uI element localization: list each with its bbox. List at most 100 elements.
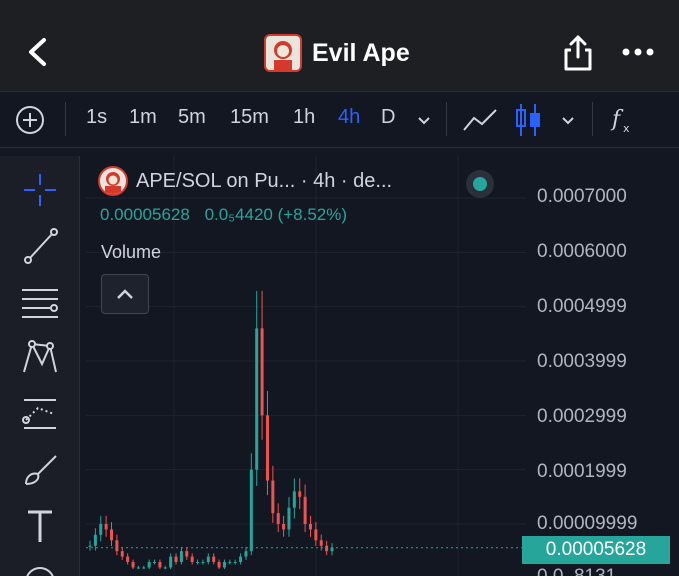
candle-body (249, 469, 253, 552)
candle-body (255, 328, 259, 470)
symbol-title: APE/SOL on Pu... · 4h · de... (136, 169, 393, 192)
candle-body (287, 507, 291, 530)
token-avatar (264, 34, 302, 72)
candle-body (244, 551, 248, 557)
interval-1m[interactable]: 1m (129, 106, 157, 129)
chevron-up-icon (117, 289, 133, 299)
candle-body (206, 556, 210, 563)
candle-body (330, 547, 334, 552)
candle-body (298, 491, 302, 497)
collapse-indicators-button[interactable] (101, 274, 149, 314)
line-chart-icon[interactable] (462, 106, 498, 134)
candle-body (228, 562, 232, 564)
candle-body (174, 556, 178, 563)
fx-icon[interactable]: f x (608, 102, 638, 138)
candle-body (93, 534, 97, 546)
candle-body (142, 567, 146, 569)
share-icon[interactable] (560, 33, 596, 73)
current-price: 0.00005628 (100, 205, 190, 224)
candlestick-icon[interactable] (514, 102, 542, 138)
chart-legend[interactable]: APE/SOL on Pu... · 4h · de... (98, 166, 392, 196)
candle-body (212, 556, 216, 563)
candle-body (303, 496, 307, 524)
candle-body (169, 556, 173, 568)
volume-label: Volume (101, 242, 162, 262)
market-status-indicator[interactable] (466, 170, 494, 198)
interval-4h[interactable]: 4h (338, 106, 360, 129)
y-axis-tick-label: 0.0007000 (537, 186, 627, 207)
candle-body (179, 551, 183, 563)
svg-text:f: f (610, 107, 624, 132)
chevron-down-icon[interactable] (560, 112, 576, 128)
candle-body (185, 551, 189, 557)
candle-body (147, 562, 151, 568)
y-axis-tick-label: 0.0006000 (537, 241, 627, 262)
candle-body (110, 529, 114, 541)
chart-toolbar: 1s 1m 5m 15m 1h 4h D f x (0, 92, 679, 148)
price-readout: 0.00005628 0.0₅4420 (+8.52%) (100, 205, 357, 225)
candle-body (201, 562, 205, 564)
interval-1s[interactable]: 1s (86, 106, 107, 129)
plus-circle-icon[interactable] (14, 104, 46, 136)
y-axis-tick-label: 0.0004999 (537, 296, 627, 317)
candle-body (292, 491, 296, 508)
toolbar-divider (446, 102, 447, 136)
toolbar-divider (65, 102, 66, 136)
candle-body (126, 556, 130, 563)
candle-body (314, 529, 318, 541)
candle-body (153, 562, 157, 564)
candle-series (88, 290, 334, 570)
token-title-group: Evil Ape (264, 33, 410, 73)
candle-body (271, 480, 275, 514)
y-axis-tick-label: 0.00009999 (537, 513, 638, 534)
candle-body (325, 545, 329, 552)
fib-icon[interactable] (20, 282, 60, 322)
crosshair-icon[interactable] (20, 170, 60, 210)
candle-body (222, 562, 226, 568)
candle-body (88, 545, 92, 547)
y-axis-tick-label: 0.0..8131 (537, 566, 616, 576)
candle-body (115, 540, 119, 552)
candle-body (319, 540, 323, 546)
brush-icon[interactable] (20, 450, 60, 490)
candle-body (239, 556, 243, 563)
candle-body (233, 562, 237, 564)
candle-body (120, 551, 124, 557)
candle-body (196, 562, 200, 564)
top-navigation-bar: Evil Ape (0, 0, 679, 92)
candle-body (158, 562, 162, 568)
interval-5m[interactable]: 5m (178, 106, 206, 129)
candle-body (104, 523, 108, 530)
text-icon[interactable] (20, 506, 60, 546)
candle-body (190, 556, 194, 563)
toolbar-divider (592, 102, 593, 136)
chevron-left-icon[interactable] (18, 32, 58, 72)
y-axis-tick-label: 0.0002999 (537, 406, 627, 427)
candle-body (260, 328, 264, 416)
interval-d[interactable]: D (381, 106, 395, 129)
token-logo (98, 166, 128, 196)
price-change: 0.0₅4420 (+8.52%) (204, 205, 348, 224)
current-price-tag: 0.00005628 (522, 536, 670, 564)
y-axis-tick-label: 0.0003999 (537, 351, 627, 372)
drawing-toolbar (0, 156, 80, 576)
candle-body (99, 523, 103, 535)
candle-body (265, 415, 269, 481)
circle-icon[interactable] (20, 560, 60, 576)
candle-body (276, 513, 280, 524)
candle-body (131, 562, 135, 568)
candle-body (308, 523, 312, 530)
y-axis-tick-label: 0.0001999 (537, 461, 627, 482)
pattern-icon[interactable] (20, 338, 60, 378)
prediction-icon[interactable] (20, 394, 60, 434)
candle-body (217, 562, 221, 568)
candle-body (282, 523, 286, 530)
interval-1h[interactable]: 1h (293, 106, 315, 129)
candle-body (163, 567, 167, 569)
page-title: Evil Ape (312, 38, 410, 67)
interval-15m[interactable]: 15m (230, 106, 269, 129)
chevron-down-icon[interactable] (416, 112, 432, 128)
svg-text:x: x (623, 122, 630, 135)
more-horizontal-icon[interactable] (620, 44, 656, 60)
trend-line-icon[interactable] (20, 226, 60, 266)
